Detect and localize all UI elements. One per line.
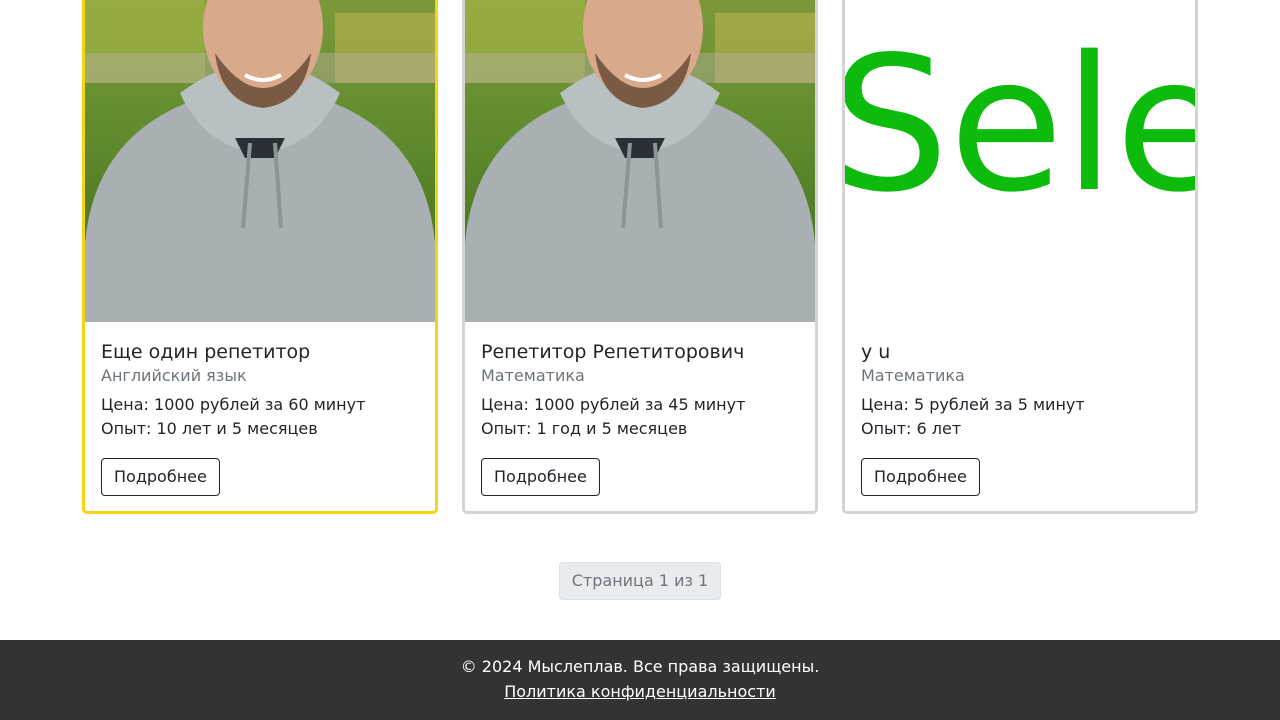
tutor-subject: Математика <box>481 366 585 385</box>
tutor-photo-image: Selen <box>845 0 1195 322</box>
tutor-card: Еще один репетитор Английский язык Цена:… <box>82 0 438 514</box>
tutor-info: Цена: 5 рублей за 5 минут Опыт: 6 лет <box>861 393 1183 441</box>
site-footer: © 2024 Мыслеплав. Все права защищены. По… <box>0 640 1280 720</box>
tutor-experience: Опыт: 10 лет и 5 месяцев <box>101 419 318 438</box>
tutor-photo-image <box>465 0 815 322</box>
pagination-indicator: Страница 1 из 1 <box>559 562 721 600</box>
tutor-experience: Опыт: 1 год и 5 месяцев <box>481 419 688 438</box>
privacy-policy-link[interactable]: Политика конфиденциальности <box>504 682 776 701</box>
tutor-experience: Опыт: 6 лет <box>861 419 962 438</box>
tutor-card-body: Репетитор Репетиторович Математика Цена:… <box>481 340 803 496</box>
tutor-name: y u <box>861 341 891 363</box>
tutor-info: Цена: 1000 рублей за 60 минут Опыт: 10 л… <box>101 393 423 441</box>
tutor-photo <box>85 0 435 322</box>
details-button[interactable]: Подробнее <box>481 458 600 496</box>
tutor-name: Еще один репетитор <box>101 341 311 363</box>
privacy-link-wrap: Политика конфиденциальности <box>0 682 1280 702</box>
tutor-photo: Selen <box>845 0 1195 322</box>
tutor-price: Цена: 1000 рублей за 45 минут <box>481 395 746 414</box>
tutor-card-list: Еще один репетитор Английский язык Цена:… <box>82 0 1198 514</box>
tutor-card: Репетитор Репетиторович Математика Цена:… <box>462 0 818 514</box>
tutor-card: Selen y u Математика Цена: 5 рублей за 5… <box>842 0 1198 514</box>
copyright-text: © 2024 Мыслеплав. Все права защищены. <box>460 657 820 676</box>
logo-text: Selen <box>845 16 1195 233</box>
tutor-card-body: y u Математика Цена: 5 рублей за 5 минут… <box>861 340 1183 496</box>
tutor-photo-image <box>85 0 435 322</box>
tutor-price: Цена: 5 рублей за 5 минут <box>861 395 1085 414</box>
tutor-price: Цена: 1000 рублей за 60 минут <box>101 395 366 414</box>
tutor-card-body: Еще один репетитор Английский язык Цена:… <box>101 340 423 496</box>
details-button[interactable]: Подробнее <box>101 458 220 496</box>
tutor-name: Репетитор Репетиторович <box>481 341 745 363</box>
details-button[interactable]: Подробнее <box>861 458 980 496</box>
tutor-subject: Математика <box>861 366 965 385</box>
tutor-info: Цена: 1000 рублей за 45 минут Опыт: 1 го… <box>481 393 803 441</box>
tutor-photo <box>465 0 815 322</box>
tutor-subject: Английский язык <box>101 366 247 385</box>
